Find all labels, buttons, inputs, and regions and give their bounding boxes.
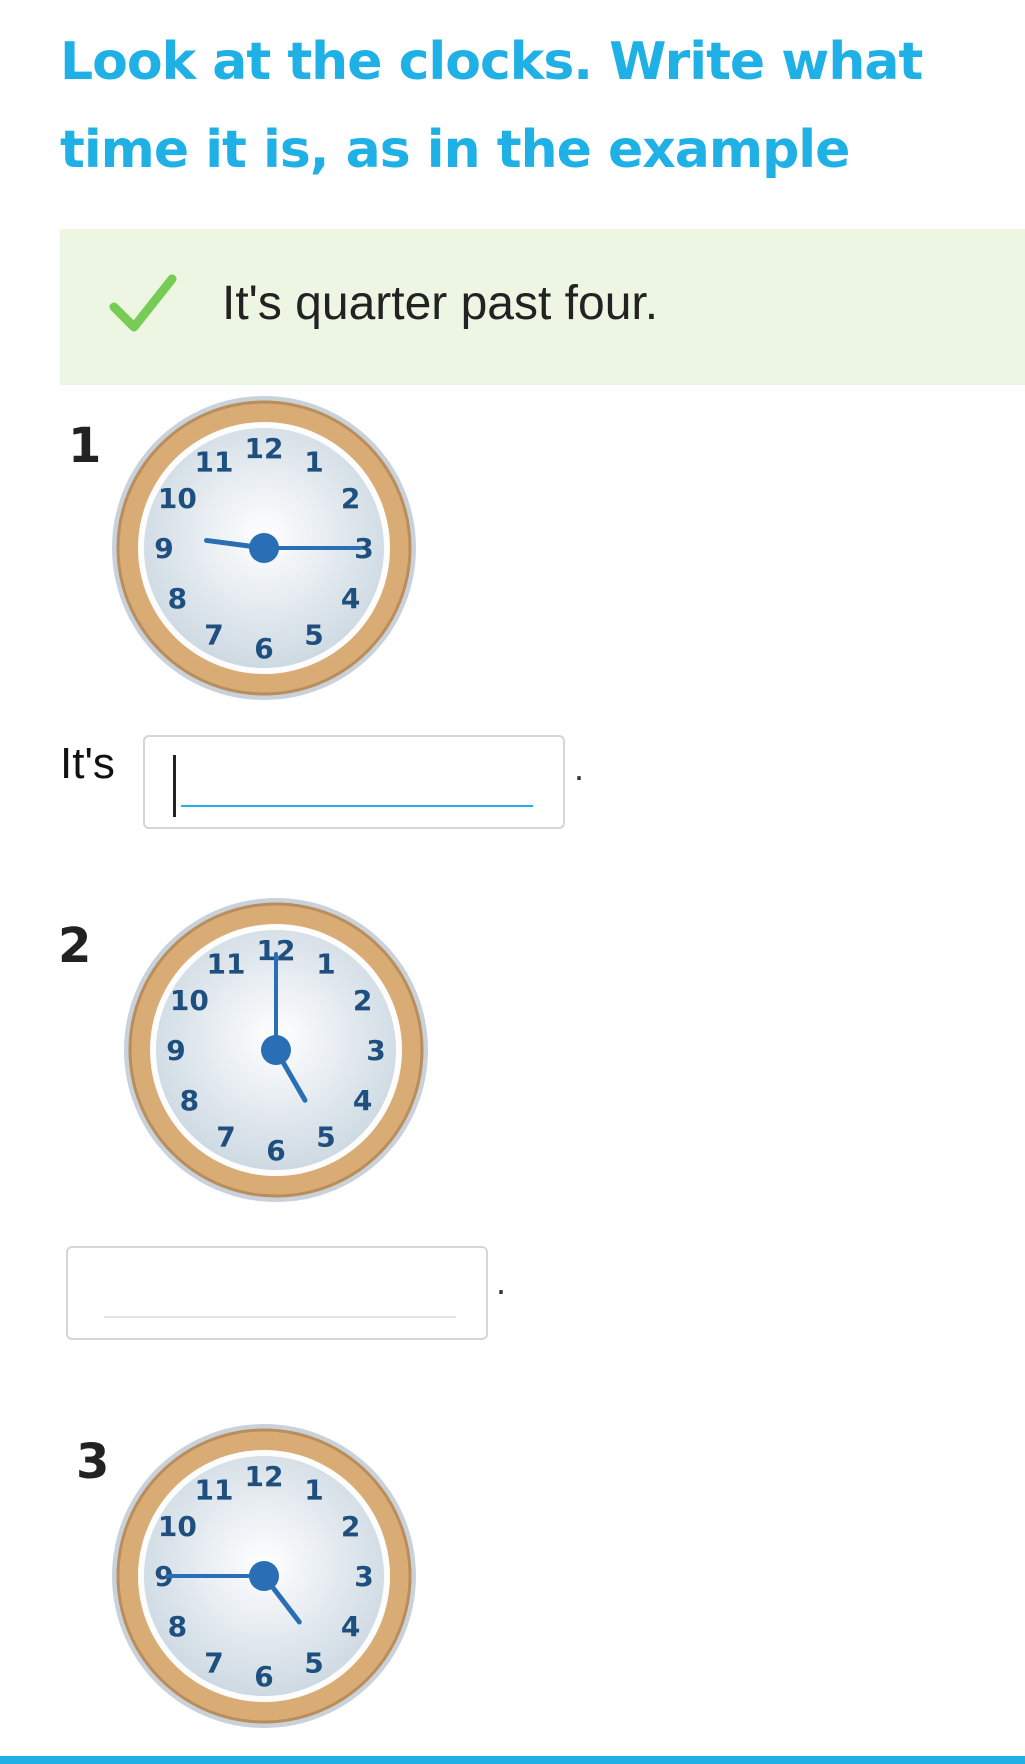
clock-numeral: 4 [341,1610,360,1643]
clock-numeral: 7 [204,619,223,652]
clock-numeral: 2 [341,482,360,515]
clock-numeral: 6 [254,1660,273,1693]
clock-numeral: 7 [204,1647,223,1680]
clock-numeral: 8 [168,582,187,615]
clock-center [249,533,279,563]
clock-numeral: 6 [254,632,273,665]
clock-numeral: 2 [341,1510,360,1543]
clock-numeral: 5 [316,1121,335,1154]
clock-numeral: 5 [304,1647,323,1680]
sentence-period: . [496,1261,507,1302]
clock-numeral: 1 [304,445,323,478]
answer-prefix: It's [60,739,115,788]
clock-numeral: 1 [316,947,335,980]
clock-numeral: 10 [158,482,197,515]
clock-numeral: 8 [180,1084,199,1117]
clock-numeral: 9 [154,532,173,565]
clock-center [261,1035,291,1065]
clock-numeral: 4 [353,1084,372,1117]
clock-image: 12 1234567891011 [124,898,428,1202]
clock-numeral: 10 [158,1510,197,1543]
clock-numeral: 3 [354,1560,373,1593]
clock-image: 12 1234567891011 [112,396,416,700]
sentence-period: . [574,747,585,788]
clock-center [249,1561,279,1591]
input-underline [104,1316,456,1318]
answer-input-1[interactable] [143,735,565,829]
item-number: 2 [58,918,92,974]
clock-numeral: 6 [266,1134,285,1167]
clock-image: 12 1234567891011 [112,1424,416,1728]
clock-numeral: 5 [304,619,323,652]
clock-numeral: 4 [341,582,360,615]
example-text: It's quarter past four. [222,277,659,330]
bottom-accent-bar [0,1756,1025,1764]
clock-numeral: 12 [245,432,284,465]
item-number: 3 [76,1434,110,1490]
clock-numeral: 9 [166,1034,185,1067]
input-underline [181,805,533,807]
clock-numeral: 7 [216,1121,235,1154]
clock-numeral: 12 [245,1460,284,1493]
answer-input-2[interactable] [66,1246,488,1340]
clock-numeral: 11 [195,1473,234,1506]
clock-numeral: 2 [353,984,372,1017]
clock-numeral: 10 [170,984,209,1017]
clock-numeral: 11 [195,445,234,478]
check-icon [109,274,177,332]
example-box: It's quarter past four. [60,229,1025,385]
text-caret [173,755,176,817]
clock-numeral: 1 [304,1473,323,1506]
clock-numeral: 11 [207,947,246,980]
clock-numeral: 8 [168,1610,187,1643]
clock-numeral: 3 [366,1034,385,1067]
exercise-title: Look at the clocks. Write what time it i… [60,32,923,180]
item-number: 1 [68,418,102,474]
